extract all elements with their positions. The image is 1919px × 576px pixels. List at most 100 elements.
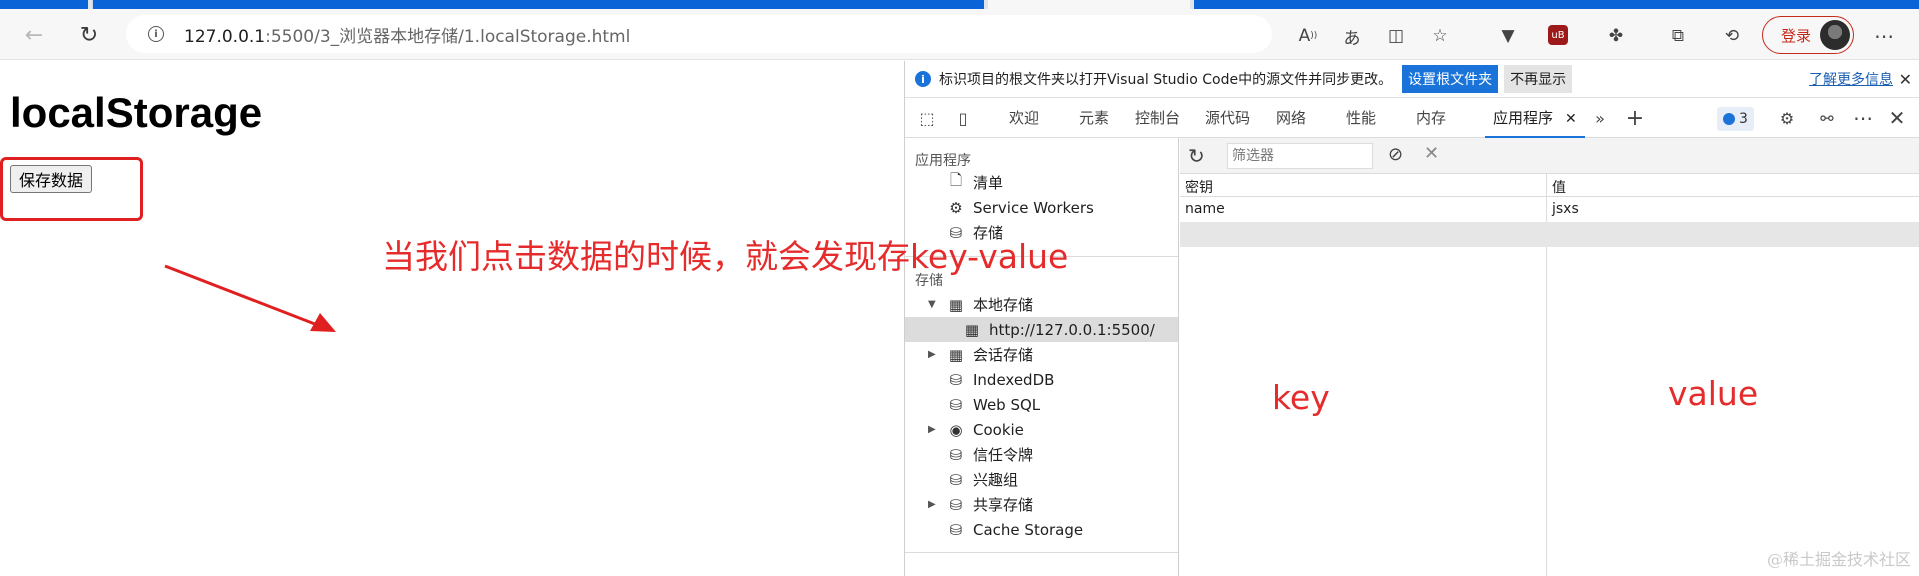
table-row[interactable]: name jsxs [1180, 197, 1919, 222]
storage-filter-bar: ↻ 筛选器 ⊘ ✕ [1180, 138, 1919, 174]
learn-more-link[interactable]: 了解更多信息 [1809, 69, 1893, 89]
sidebar-item-cookie[interactable]: ▶ ◉ Cookie [905, 417, 1178, 442]
avatar [1820, 20, 1850, 50]
collections-icon[interactable]: ⧉ [1666, 25, 1690, 47]
tab-network[interactable]: 网络 [1276, 98, 1306, 138]
sidebar-item-service-workers[interactable]: ⚙ Service Workers [905, 195, 1178, 220]
site-info-icon[interactable]: i [148, 26, 164, 42]
back-arrow-icon[interactable]: ← [18, 19, 50, 51]
collapsed-triangle-icon[interactable]: ▶ [928, 349, 936, 360]
browser-tab-active[interactable] [988, 0, 1190, 9]
close-tab-icon[interactable]: ✕ [1565, 111, 1577, 127]
highlight-annotation-box [0, 157, 143, 221]
tab-console[interactable]: 控制台 [1135, 98, 1180, 138]
tab-strip [0, 0, 1919, 9]
clear-all-icon[interactable]: ⊘ [1388, 144, 1403, 165]
delete-selected-icon[interactable]: ✕ [1424, 143, 1439, 164]
sidebar-item-trust-tokens[interactable]: ⛁ 信任令牌 [905, 442, 1178, 467]
grid-icon: ▦ [948, 295, 964, 314]
issues-icon [1723, 113, 1735, 125]
ublock-icon[interactable]: uB [1548, 25, 1568, 45]
sidebar-item-session-storage[interactable]: ▶ ▦ 会话存储 [905, 342, 1178, 367]
add-favorite-icon[interactable]: ☆ [1428, 25, 1452, 47]
refresh-icon[interactable]: ↻ [1188, 144, 1205, 168]
table-header: 密钥 值 [1180, 174, 1919, 197]
column-header-key[interactable]: 密钥 [1185, 177, 1213, 197]
cell-key: name [1185, 201, 1225, 217]
value-annotation-label: value [1668, 374, 1759, 413]
key-annotation-label: key [1272, 378, 1330, 417]
info-icon: i [915, 71, 931, 87]
cookie-icon: ◉ [949, 420, 963, 439]
gear-icon: ⚙ [949, 198, 963, 217]
sidebar-item-shared-storage[interactable]: ▶ ⛁ 共享存储 [905, 492, 1178, 517]
split-screen-icon[interactable]: ◫ [1384, 25, 1408, 47]
database-icon: ⛁ [949, 370, 963, 389]
close-devtools-icon[interactable]: ✕ [1885, 106, 1909, 130]
filter-input[interactable]: 筛选器 [1227, 143, 1373, 169]
database-icon: ⛁ [949, 495, 963, 514]
tab-performance[interactable]: 性能 [1346, 98, 1376, 138]
column-header-value[interactable]: 值 [1552, 177, 1566, 197]
database-icon: ⛁ [949, 395, 963, 414]
set-root-folder-button[interactable]: 设置根文件夹 [1402, 65, 1499, 93]
tab-sources[interactable]: 源代码 [1205, 98, 1250, 138]
history-icon[interactable]: ⟲ [1720, 25, 1744, 47]
extensions-puzzle-icon[interactable]: ✤ [1604, 25, 1628, 47]
device-emulation-icon[interactable]: ▯ [951, 107, 975, 129]
sidebar-item-interest-groups[interactable]: ⛁ 兴趣组 [905, 467, 1178, 492]
grid-icon: ▦ [948, 345, 964, 364]
database-icon: ⛁ [949, 445, 963, 464]
tab-memory[interactable]: 内存 [1416, 98, 1446, 138]
page-viewport: localStorage 保存数据 [0, 61, 904, 576]
sidebar-item-websql[interactable]: ⛁ Web SQL [905, 392, 1178, 417]
extension-v-icon[interactable]: ▼ [1496, 25, 1520, 47]
grid-icon: ▦ [964, 320, 980, 339]
browser-tab[interactable] [0, 0, 88, 9]
reload-icon[interactable]: ↻ [73, 19, 105, 51]
more-tabs-icon[interactable]: » [1588, 107, 1612, 129]
local-storage-view: ↻ 筛选器 ⊘ ✕ 密钥 值 name jsxs key value [1180, 138, 1919, 576]
url-text: 127.0.0.1:5500/3_浏览器本地存储/1.localStorage.… [184, 26, 631, 47]
tab-application[interactable]: 应用程序 ✕ [1485, 98, 1585, 138]
page-heading: localStorage [10, 89, 263, 136]
tab-welcome[interactable]: 欢迎 [1009, 98, 1039, 138]
tab-elements[interactable]: 元素 [1079, 98, 1109, 138]
url-input[interactable]: i 127.0.0.1:5500/3_浏览器本地存储/1.localStorag… [126, 15, 1272, 53]
divider [905, 552, 1178, 553]
sidebar-section-application: 应用程序 [915, 153, 971, 169]
customize-icon[interactable]: ⚯ [1815, 107, 1839, 129]
address-bar-row: ← ↻ i 127.0.0.1:5500/3_浏览器本地存储/1.localSt… [0, 9, 1919, 60]
collapsed-triangle-icon[interactable]: ▶ [928, 424, 936, 435]
settings-gear-icon[interactable]: ⚙ [1775, 107, 1799, 129]
sidebar-item-indexeddb[interactable]: ⛁ IndexedDB [905, 367, 1178, 392]
watermark: @稀土掘金技术社区 [1766, 550, 1911, 569]
issues-badge[interactable]: 3 [1717, 107, 1754, 131]
annotation-text: 当我们点击数据的时候，就会发现存key-value [382, 237, 1069, 276]
collapsed-triangle-icon[interactable]: ▶ [928, 499, 936, 510]
devtools-infobar: i 标识项目的根文件夹以打开Visual Studio Code中的源文件并同步… [905, 61, 1919, 98]
login-label: 登录 [1781, 26, 1812, 45]
inspect-icon[interactable]: ⬚ [915, 107, 939, 129]
infobar-message: 标识项目的根文件夹以打开Visual Studio Code中的源文件并同步更改… [939, 72, 1393, 88]
table-row-empty[interactable] [1180, 222, 1919, 247]
sidebar-item-cache-storage[interactable]: ⛁ Cache Storage [905, 517, 1178, 542]
database-icon: ⛁ [949, 470, 963, 489]
browser-tab[interactable] [1194, 0, 1919, 9]
sidebar-item-local-storage[interactable]: ▼ ▦ 本地存储 [905, 292, 1178, 317]
login-button[interactable]: 登录 [1762, 16, 1854, 54]
database-icon: ⛁ [949, 520, 963, 539]
translate-icon[interactable]: あ [1340, 25, 1364, 49]
more-options-icon[interactable]: ⋯ [1851, 106, 1875, 130]
sidebar-item-manifest[interactable]: 🗋 清单 [905, 170, 1178, 195]
browser-tab[interactable] [92, 0, 984, 9]
dont-show-again-button[interactable]: 不再显示 [1504, 65, 1573, 93]
sidebar-item-local-origin[interactable]: ▦ http://127.0.0.1:5500/ [905, 317, 1178, 342]
more-menu-icon[interactable]: ⋯ [1872, 24, 1896, 48]
file-icon: 🗋 [949, 171, 963, 189]
read-aloud-icon[interactable]: A)) [1296, 25, 1320, 47]
close-icon[interactable]: ✕ [1899, 70, 1912, 89]
application-sidebar: 应用程序 🗋 清单 ⚙ Service Workers ⛁ 存储 存储 ▼ ▦ … [905, 138, 1179, 576]
add-tab-icon[interactable]: + [1623, 106, 1647, 131]
expanded-triangle-icon[interactable]: ▼ [928, 299, 936, 310]
